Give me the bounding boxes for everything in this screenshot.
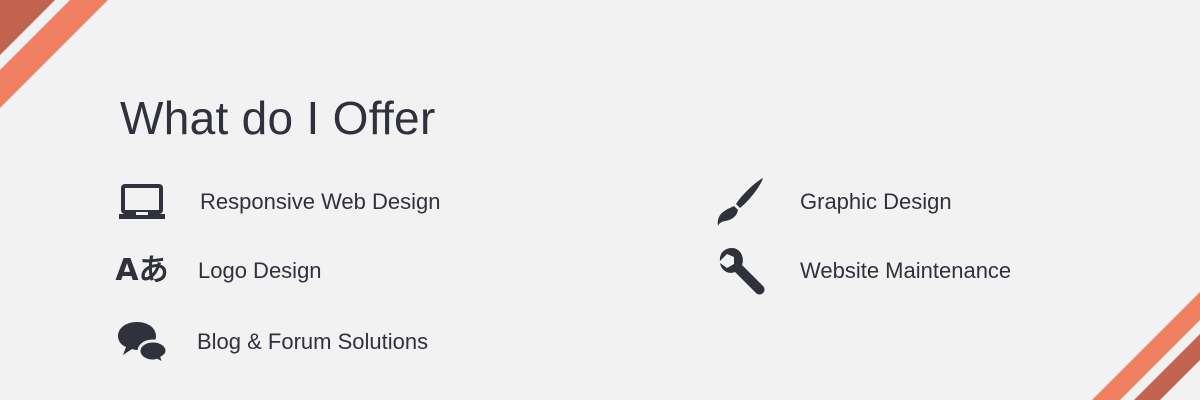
stripe-bottom-right-light [1092, 292, 1200, 400]
paintbrush-icon [710, 172, 770, 232]
translate-icon: Aあ [112, 241, 172, 301]
service-label: Blog & Forum Solutions [197, 329, 429, 354]
section-title: What do I Offer [120, 92, 436, 144]
service-label: Responsive Web Design [200, 189, 441, 214]
service-responsive-web-design[interactable]: Responsive Web Design [112, 172, 472, 232]
stripe-top-left-light [0, 0, 108, 108]
service-label: Logo Design [198, 258, 322, 283]
service-logo-design[interactable]: Aあ Logo Design [112, 241, 372, 301]
translate-icon-glyph: Aあ [115, 253, 169, 288]
wrench-icon [710, 241, 770, 301]
service-label: Graphic Design [800, 189, 952, 214]
service-website-maintenance[interactable]: Website Maintenance [710, 241, 1050, 301]
stripe-bottom-right-dark [1134, 334, 1200, 400]
service-blog-forum-solutions[interactable]: Blog & Forum Solutions [112, 312, 472, 372]
stripe-top-left-dark [0, 0, 55, 55]
laptop-icon [112, 172, 172, 232]
service-label: Website Maintenance [800, 258, 1012, 283]
chat-bubbles-icon [112, 312, 172, 372]
service-graphic-design[interactable]: Graphic Design [710, 172, 980, 232]
